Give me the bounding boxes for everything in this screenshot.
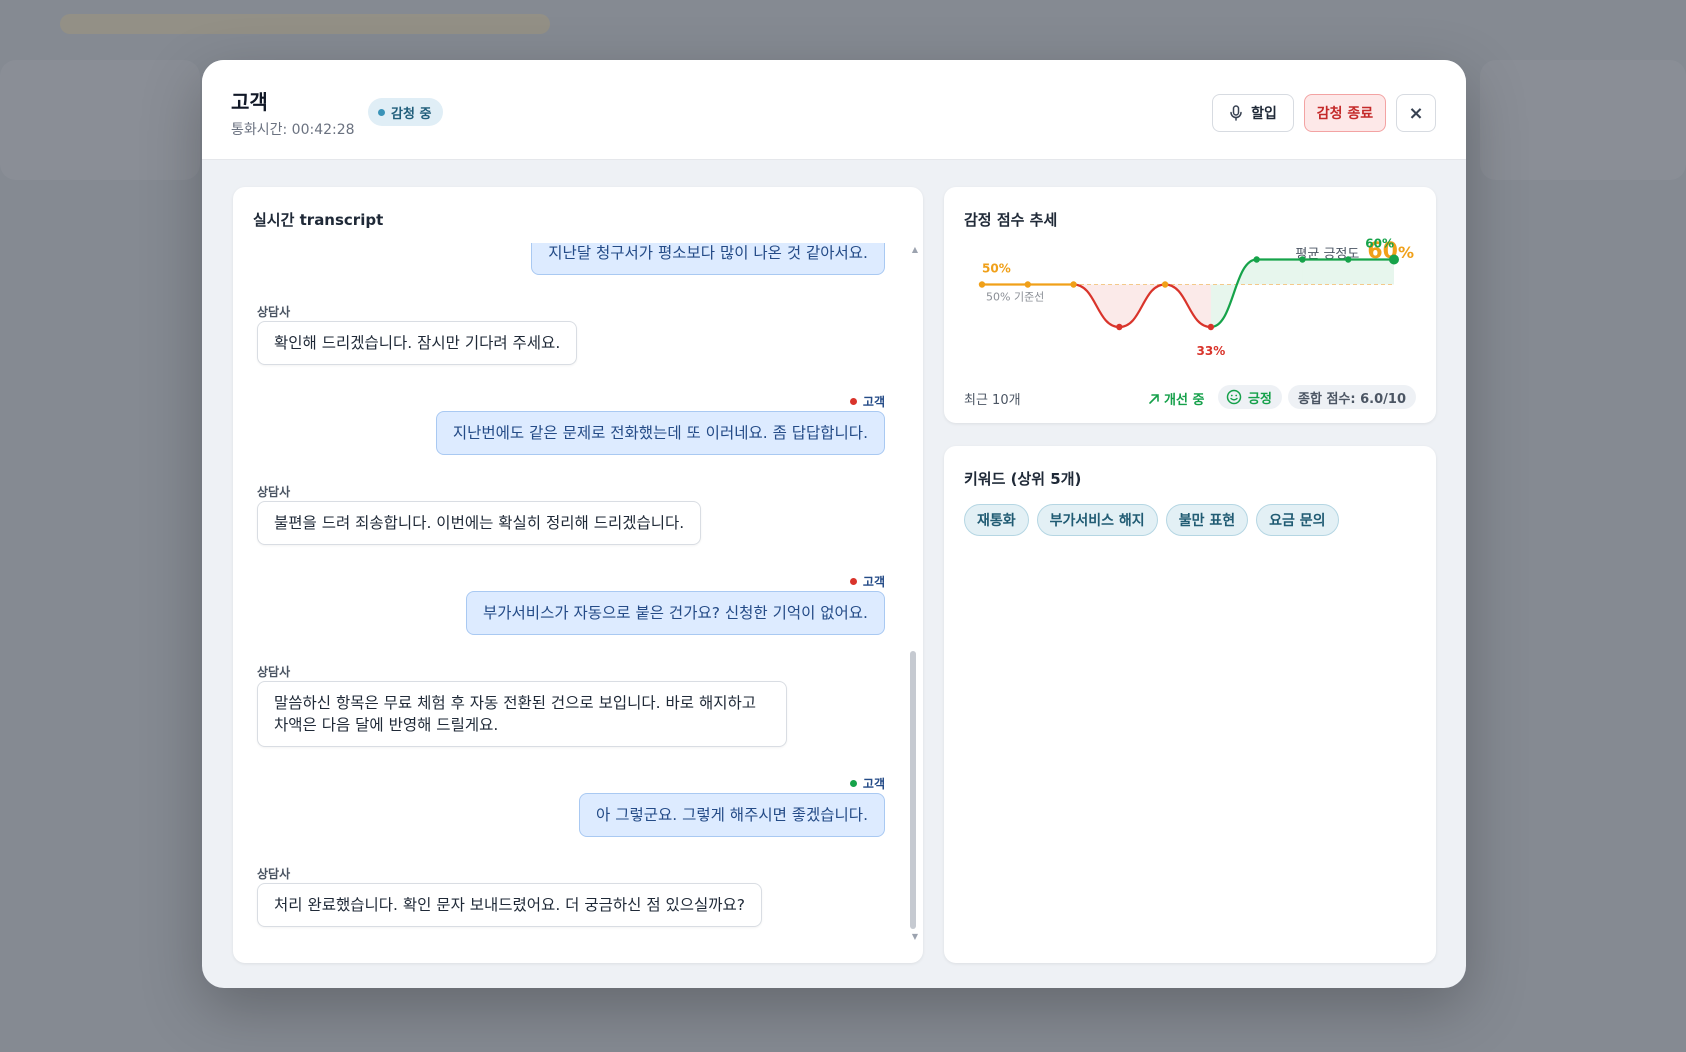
- call-duration: 통화시간: 00:42:28: [231, 122, 355, 138]
- improving-indicator: 개선 중: [1148, 389, 1204, 408]
- trend-point: [1207, 323, 1215, 331]
- trend-point: [1116, 323, 1123, 331]
- agent-message: 처리 완료했습니다. 확인 문자 보내드렸어요. 더 궁금하신 점 있으실까요?: [257, 883, 763, 927]
- baseline-label: 50% 기준선: [986, 291, 1044, 304]
- close-button[interactable]: ×: [1396, 94, 1436, 132]
- trend-point: [1161, 281, 1169, 288]
- transcript-panel: 실시간 transcript 지난달 청구서가 평소보다 많이 나온 것 같아서…: [233, 187, 923, 963]
- keyword-chip[interactable]: 부가서비스 해지: [1036, 504, 1158, 536]
- trend-point: [978, 281, 986, 288]
- caller-name: 고객: [231, 90, 268, 114]
- status-label: 감청 중: [391, 106, 432, 122]
- join-call-label: 할입: [1251, 106, 1277, 122]
- data-label: 60%: [1365, 237, 1394, 251]
- keyword-chip[interactable]: 재통화: [964, 504, 1029, 536]
- end-listening-label: 감청 종료: [1316, 106, 1374, 122]
- scroll-up-icon[interactable]: ▲: [912, 245, 918, 254]
- speaker-label-agent: 상담사: [257, 665, 291, 679]
- listen-modal: 고객 통화시간: 00:42:28 감청 중 할입 감청 종료 × 실시간 tr…: [202, 60, 1466, 988]
- background-banner: [60, 14, 550, 34]
- keyword-chip[interactable]: 요금 문의: [1256, 504, 1339, 536]
- background-card: [0, 60, 200, 180]
- customer-message: 아 그렇군요. 그렇게 해주시면 좋겠습니다.: [579, 793, 885, 837]
- scroll-down-icon[interactable]: ▼: [912, 932, 918, 941]
- customer-message: 부가서비스가 자동으로 붙은 건가요? 신청한 기억이 없어요.: [466, 591, 885, 635]
- keywords-title: 키워드 (상위 5개): [964, 470, 1082, 488]
- trend-footer: 최근 10개 개선 중 긍정 종합 점수: 6.0/10: [964, 385, 1416, 409]
- speaker-label-agent: 상담사: [257, 485, 291, 499]
- customer-message: 지난번에도 같은 문제로 전화했는데 또 이러네요. 좀 답답합니다.: [435, 411, 885, 455]
- speaker-label-agent: 상담사: [257, 305, 291, 319]
- trend-area-segment: [1256, 259, 1303, 285]
- trend-point: [1070, 281, 1077, 288]
- customer-message: 지난달 청구서가 평소보다 많이 나온 것 같아서요.: [531, 243, 885, 275]
- agent-message: 불편을 드려 죄송합니다. 이번에는 확실히 정리해 드리겠습니다.: [257, 501, 702, 545]
- sentiment-dot-icon: [849, 780, 857, 787]
- background-card: [1480, 60, 1686, 180]
- microphone-icon: [1230, 105, 1242, 121]
- data-label: 50%: [982, 262, 1011, 276]
- trend-area-segment: [1348, 259, 1394, 285]
- sentiment-dot-icon: [849, 578, 857, 585]
- trend-point: [1253, 256, 1260, 263]
- keyword-chip[interactable]: 불만 표현: [1165, 504, 1249, 536]
- trend-point: [1389, 254, 1399, 265]
- keywords-panel: 키워드 (상위 5개) 재통화 부가서비스 해지 불만 표현 요금 문의: [944, 446, 1436, 963]
- trend-point: [1024, 281, 1031, 288]
- end-listening-button[interactable]: 감청 종료: [1304, 94, 1386, 132]
- sentiment-badge: 긍정: [1218, 385, 1282, 409]
- speaker-label-customer: 고객: [849, 573, 885, 590]
- speaker-label-customer: 고객: [849, 393, 885, 410]
- smile-icon: [1226, 389, 1242, 405]
- sentiment-label: 긍정: [1248, 391, 1272, 407]
- speaker-label-customer: 고객: [849, 775, 885, 792]
- recent-count-label: 최근 10개: [964, 393, 1021, 408]
- close-icon: ×: [1408, 102, 1424, 124]
- sentiment-trend-chart: 50% 기준선 50% 33% 60%: [978, 237, 1399, 358]
- trend-point: [1345, 256, 1352, 263]
- speaker-label-agent: 상담사: [257, 867, 291, 881]
- overall-score-badge: 종합 점수: 6.0/10: [1288, 385, 1416, 409]
- keyword-list: 재통화 부가서비스 해지 불만 표현 요금 문의: [964, 504, 1339, 536]
- transcript-messages[interactable]: 지난달 청구서가 평소보다 많이 나온 것 같아서요. 상담사 확인해 드리겠습니다…: [233, 243, 923, 943]
- trend-point: [1299, 256, 1306, 263]
- trend-up-icon: [1149, 393, 1159, 404]
- transcript-scrollbar[interactable]: [910, 651, 916, 929]
- data-label: 33%: [1197, 344, 1226, 358]
- sentiment-trend-panel: 감정 점수 추세 평균 긍정도 60% 50% 기준선 50% 33% 60% 최근 …: [944, 187, 1436, 423]
- modal-header: 고객 통화시간: 00:42:28 감청 중 할입 감청 종료 ×: [202, 60, 1466, 160]
- trend-area-segment: [1302, 259, 1349, 285]
- sentiment-dot-icon: [849, 398, 857, 405]
- agent-message: 말씀하신 항목은 무료 체험 후 자동 전환된 건으로 보입니다. 바로 해지하…: [257, 681, 787, 747]
- transcript-title: 실시간 transcript: [253, 211, 384, 229]
- status-dot-icon: [378, 108, 385, 116]
- join-call-button[interactable]: 할입: [1212, 94, 1294, 132]
- agent-message: 확인해 드리겠습니다. 잠시만 기다려 주세요.: [257, 321, 578, 365]
- listening-status-badge: 감청 중: [368, 98, 444, 126]
- improving-label: 개선 중: [1164, 393, 1205, 408]
